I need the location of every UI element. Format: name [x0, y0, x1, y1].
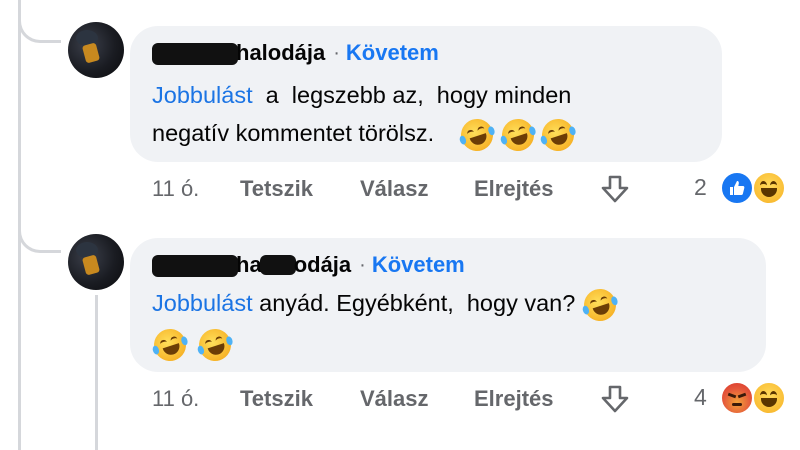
avatar[interactable]: [68, 234, 124, 290]
reaction-count[interactable]: 4: [694, 384, 707, 411]
redacted-name: [152, 43, 238, 65]
follow-button[interactable]: Követem: [372, 252, 465, 278]
reaction-count[interactable]: 2: [694, 174, 707, 201]
author-name[interactable]: halodája: [236, 40, 325, 66]
comment-bubble-2: ha odája · Követem Jobbulást anyád. Egyé…: [130, 238, 766, 372]
hide-arrow-icon[interactable]: [598, 172, 632, 206]
separator-dot: ·: [333, 41, 340, 64]
thread-curve-2: [18, 200, 61, 253]
like-button[interactable]: Tetszik: [240, 176, 313, 202]
comment-text-line2-row: negatív kommentet törölsz.: [152, 114, 579, 155]
comment-text: Jobbulást a legszebb az, hogy minden: [152, 76, 571, 114]
rofl-emoji-icon: [457, 114, 498, 155]
hide-button[interactable]: Elrejtés: [474, 176, 554, 202]
comment-header: ha odája · Követem: [152, 252, 465, 278]
angry-icon[interactable]: [720, 381, 754, 415]
thread-line-reply: [95, 295, 98, 450]
haha-icon[interactable]: [752, 171, 786, 205]
follow-button[interactable]: Követem: [346, 40, 439, 66]
thread-curve-1: [18, 0, 61, 43]
comment-bubble-1: halodája · Követem Jobbulást a legszebb …: [130, 26, 722, 162]
avatar[interactable]: [68, 22, 124, 78]
reply-button[interactable]: Válasz: [360, 386, 429, 412]
author-name[interactable]: odája: [294, 252, 351, 278]
hide-button[interactable]: Elrejtés: [474, 386, 554, 412]
mention-link[interactable]: Jobbulást: [152, 290, 253, 316]
rofl-emoji-icon: [497, 114, 538, 155]
reply-button[interactable]: Válasz: [360, 176, 429, 202]
rofl-emoji-icon: [194, 324, 235, 365]
rofl-emoji-icon: [149, 324, 191, 365]
hide-arrow-icon[interactable]: [598, 382, 632, 416]
haha-icon[interactable]: [752, 381, 786, 415]
like-button[interactable]: Tetszik: [240, 386, 313, 412]
mention-link[interactable]: Jobbulást: [152, 82, 253, 108]
comment-header: halodája · Követem: [152, 40, 439, 66]
comment-text-line1: a legszebb az, hogy minden: [252, 82, 572, 108]
rofl-emoji-icon: [538, 114, 579, 155]
comment-text-line1: anyád. Egyébként, hogy van?: [252, 290, 576, 316]
rofl-emoji-icon: [579, 284, 621, 325]
redacted-name-part: [259, 255, 296, 275]
comment-text-line2: negatív kommentet törölsz.: [152, 120, 435, 146]
author-name-prefix[interactable]: ha: [236, 252, 262, 278]
separator-dot: ·: [359, 253, 366, 276]
timestamp[interactable]: 11 ó.: [152, 386, 199, 412]
timestamp[interactable]: 11 ó.: [152, 176, 199, 202]
comment-text: Jobbulást anyád. Egyébként, hogy van?: [152, 284, 621, 325]
redacted-name: [152, 255, 238, 277]
comment-emoji-row: [149, 324, 235, 365]
like-icon[interactable]: [720, 171, 754, 205]
